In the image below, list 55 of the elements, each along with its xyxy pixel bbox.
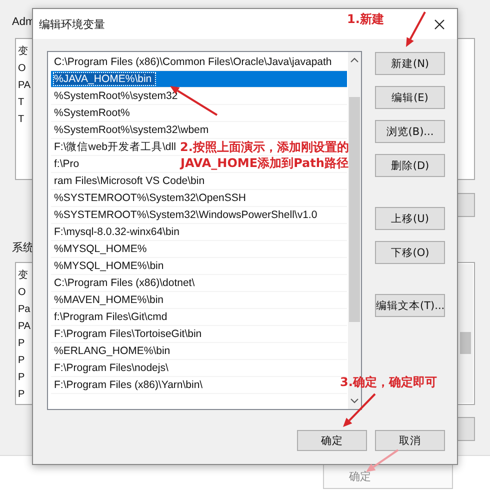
path-entry[interactable]: F:\Program Files\nodejs\ <box>54 362 168 374</box>
ok-button[interactable]: 确定 <box>297 430 367 451</box>
path-entry[interactable]: f:\Program Files\Git\cmd <box>54 311 168 323</box>
ok-button[interactable]: 确定 <box>323 463 453 489</box>
list-item[interactable]: 变 <box>18 45 28 58</box>
path-entry[interactable]: %SystemRoot% <box>54 107 130 119</box>
list-item[interactable]: PA <box>18 320 31 333</box>
chevron-up-icon[interactable] <box>350 56 359 65</box>
list-item[interactable]: O <box>18 62 26 75</box>
close-icon[interactable] <box>434 18 445 30</box>
scrollbar[interactable] <box>458 264 473 403</box>
annotation-text: 2.按照上面演示，添加刚设置的 <box>180 139 349 155</box>
path-entry[interactable]: F:\mysql-8.0.32-winx64\bin <box>54 226 180 238</box>
list-item[interactable]: Pa <box>18 303 30 316</box>
side-button[interactable]: 浏览(B)... <box>375 120 445 143</box>
list-item[interactable]: P <box>18 354 25 367</box>
path-entry[interactable]: %MYSQL_HOME%\bin <box>54 260 164 272</box>
annotation-text: JAVA_HOME添加到Path路径 <box>180 155 348 171</box>
list-item[interactable]: O <box>18 286 26 299</box>
arrow <box>366 449 399 472</box>
path-entry[interactable]: %ERLANG_HOME%\bin <box>54 345 170 357</box>
path-entry[interactable]: %MYSQL_HOME% <box>54 243 147 255</box>
path-entry[interactable]: %SYSTEMROOT%\System32\WindowsPowerShell\v1.0 <box>54 209 318 221</box>
list-item[interactable]: P <box>18 371 25 384</box>
path-entry[interactable]: %MAVEN_HOME%\bin <box>54 294 164 306</box>
arrow <box>406 12 426 47</box>
list-item[interactable]: 变 <box>18 269 28 282</box>
chevron-down-icon[interactable] <box>350 396 359 405</box>
arrow <box>343 393 376 427</box>
path-entry[interactable]: C:\Program Files (x86)\dotnet\ <box>54 277 195 289</box>
list-item[interactable]: PA <box>18 79 31 92</box>
side-button[interactable]: 删除(D) <box>375 154 445 177</box>
path-entry[interactable]: ram Files\Microsoft VS Code\bin <box>54 175 205 187</box>
path-entry[interactable]: F:\Program Files\TortoiseGit\bin <box>54 328 202 340</box>
annotation-text: 1.新建 <box>347 11 384 27</box>
path-entry[interactable]: %JAVA_HOME%\bin <box>54 73 155 85</box>
list-item[interactable]: P <box>18 337 25 350</box>
side-button[interactable]: 新建(N) <box>375 52 445 75</box>
side-button[interactable]: 编辑文本(T)... <box>375 294 445 317</box>
path-entry[interactable]: %SystemRoot%\system32\wbem <box>54 124 209 136</box>
side-button[interactable]: 编辑(E) <box>375 86 445 109</box>
path-entry[interactable]: C:\Program Files (x86)\Common Files\Oracle\Java\javapath <box>54 56 332 68</box>
side-button[interactable]: 下移(O) <box>375 241 445 264</box>
window-title: 编辑环境变量 <box>39 16 105 32</box>
path-entry[interactable]: F:\微信web开发者工具\dll <box>54 141 176 153</box>
cancel-button[interactable]: 取消 <box>375 430 445 451</box>
list-item[interactable]: T <box>18 113 24 126</box>
path-entry[interactable]: %SYSTEMROOT%\System32\OpenSSH <box>54 192 246 204</box>
annotation-text: 3.确定，确定即可 <box>340 374 437 390</box>
side-button[interactable]: 上移(U) <box>375 207 445 230</box>
path-entry[interactable]: %SystemRoot%\system32 <box>54 90 178 102</box>
path-entry[interactable]: f:\Pro <box>54 158 80 170</box>
list-item[interactable]: P <box>18 388 25 401</box>
path-entry[interactable]: F:\Program Files (x86)\Yarn\bin\ <box>54 379 203 391</box>
list-item[interactable]: T <box>18 96 24 109</box>
